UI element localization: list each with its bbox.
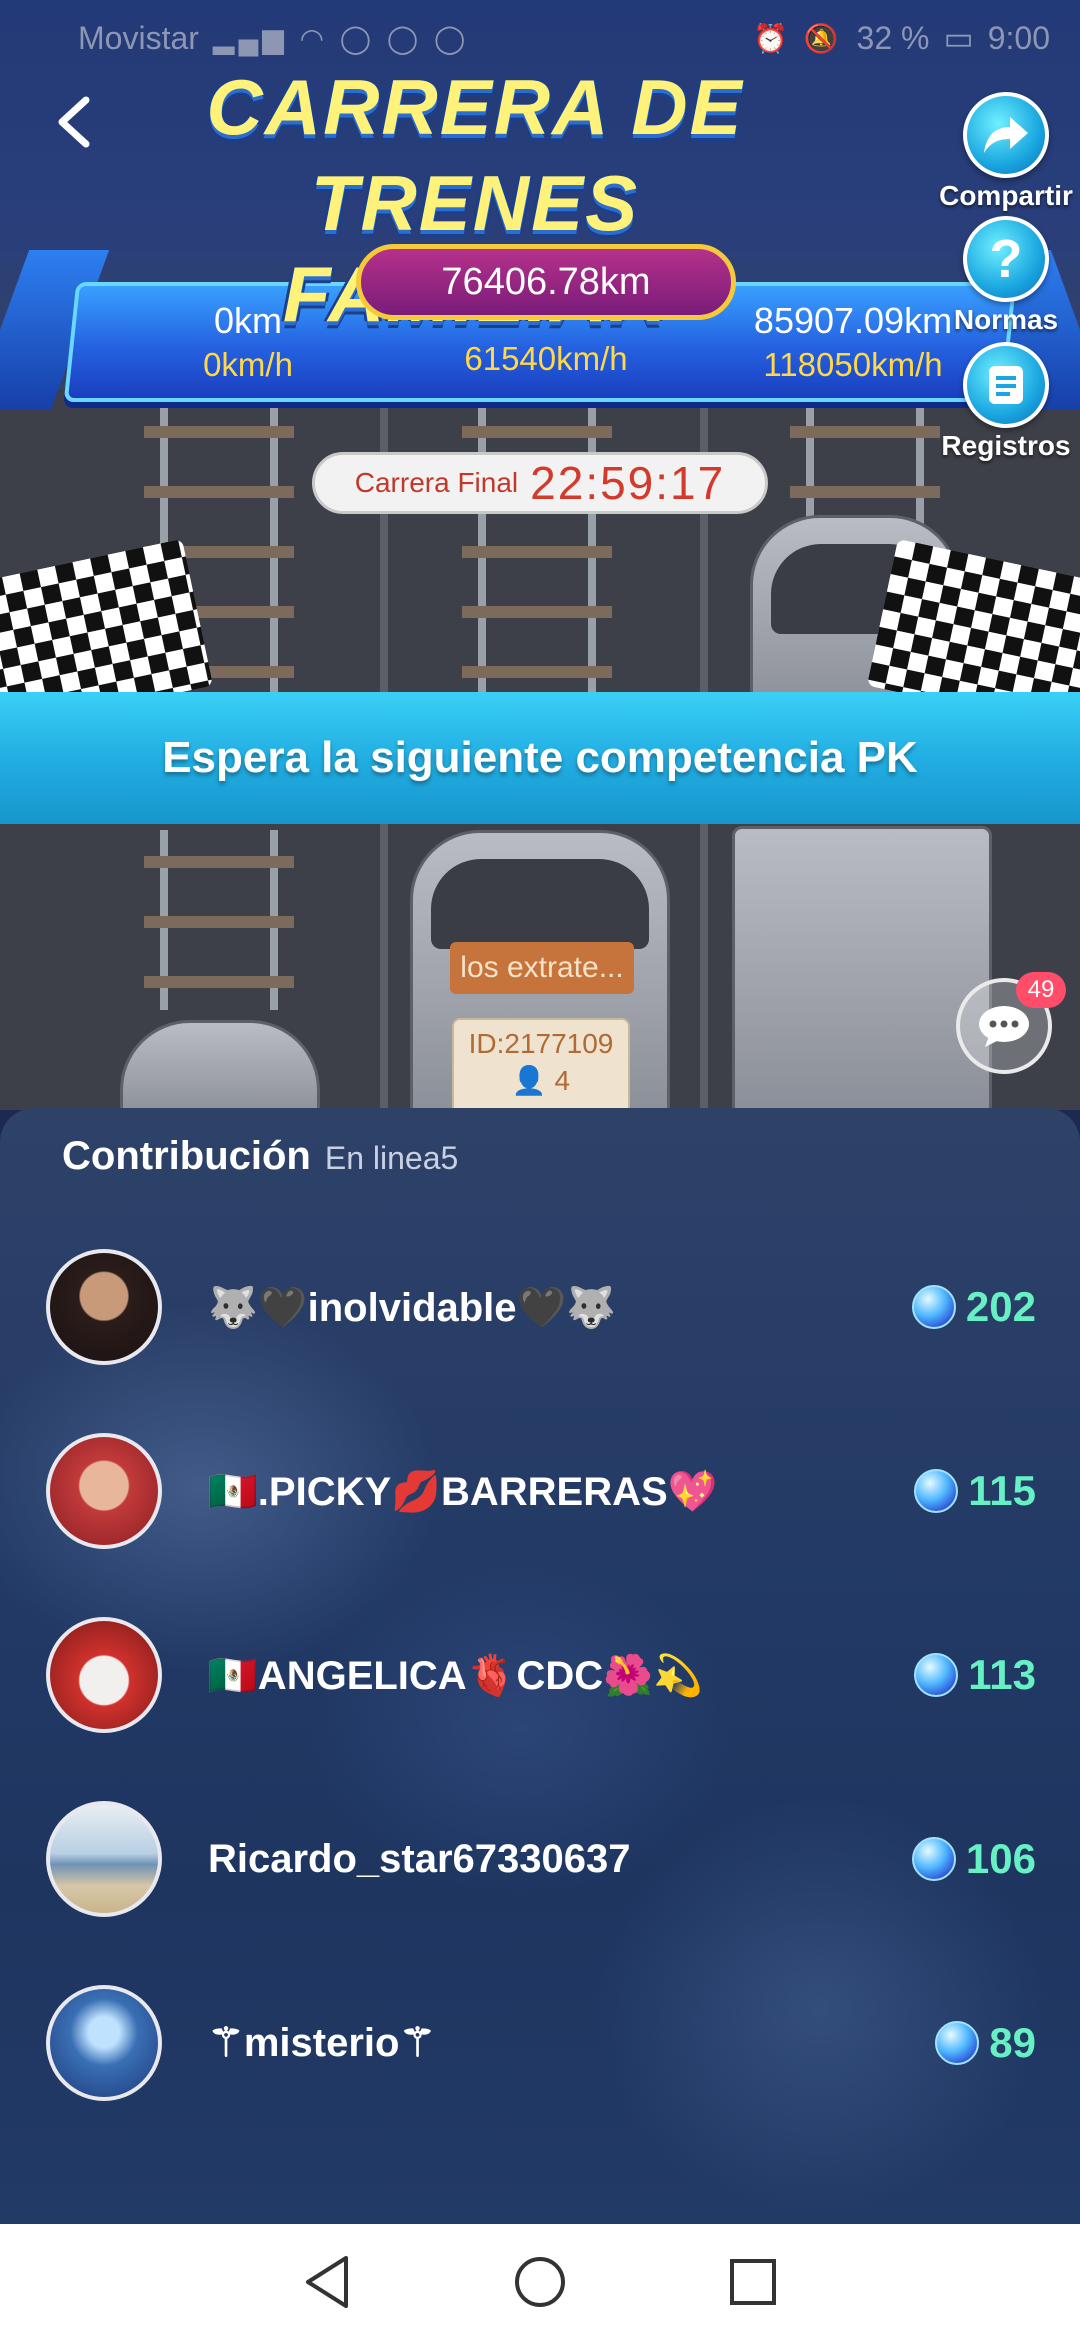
diamond-icon: [935, 2021, 980, 2065]
alarm-mute-icons: ⏰ 🔕: [753, 22, 843, 54]
contributor-row[interactable]: 🇲🇽ANGELICA🫀CDC🌺💫 113: [0, 1600, 1080, 1750]
chat-bubble-icon: [979, 1006, 1029, 1047]
contributor-row[interactable]: ⚚misterio⚚ 89: [0, 1968, 1080, 2118]
nav-home-button[interactable]: [500, 2242, 580, 2322]
share-label: Compartir: [939, 180, 1073, 211]
score-value: 202: [965, 1283, 1036, 1330]
rules-label: Normas: [953, 304, 1059, 335]
score-value: 113: [968, 1651, 1036, 1698]
avatar[interactable]: [46, 1249, 162, 1365]
nav-back-button[interactable]: [287, 2242, 367, 2322]
contributor-row[interactable]: 🇲🇽.PICKY💋BARRERAS💖 115: [0, 1416, 1080, 1566]
contributor-name: 🐺🖤inolvidable🖤🐺: [208, 1285, 617, 1330]
list-icon: [963, 342, 1049, 428]
share-arrow-icon: [963, 92, 1049, 178]
contributor-row[interactable]: 🐺🖤inolvidable🖤🐺 202: [0, 1232, 1080, 1382]
contribution-header: Contribución En linea5: [62, 1134, 458, 1179]
member-count-value: 4: [554, 1065, 571, 1096]
contribution-title: Contribución: [62, 1134, 311, 1178]
contributor-score: 89: [935, 2019, 1036, 2067]
rules-button[interactable]: ? Normas: [936, 216, 1076, 336]
square-recents-icon: [730, 2259, 777, 2305]
wait-next-pk-banner: Espera la siguiente competencia PK: [0, 692, 1080, 824]
question-icon: ?: [963, 216, 1049, 302]
score-value: 106: [965, 1835, 1036, 1882]
diamond-icon: [911, 1285, 956, 1329]
contributor-name: Ricardo_star67330637: [208, 1836, 631, 1881]
left-distance: 0km: [213, 300, 282, 341]
signal-wifi-icons: ▂▄▆ ◠ ◯ ◯ ◯: [212, 22, 470, 54]
left-speed: 0km/h: [203, 346, 293, 383]
avatar[interactable]: [46, 1985, 162, 2101]
rail-lane-1-lower: [144, 830, 294, 1010]
triangle-back-icon: [305, 2256, 348, 2308]
contributor-name: 🇲🇽ANGELICA🫀CDC🌺💫: [208, 1653, 703, 1698]
share-button[interactable]: Compartir: [936, 92, 1076, 212]
score-value: 89: [989, 2019, 1036, 2066]
contributor-score: 106: [911, 1835, 1036, 1883]
rail-lane-2: [462, 400, 612, 700]
records-button[interactable]: Registros: [936, 342, 1076, 462]
online-count: En linea5: [324, 1140, 459, 1176]
clock: 9:00: [987, 19, 1050, 56]
battery-percent: 32 %: [856, 19, 930, 56]
final-race-countdown: Carrera Final 22:59:17: [312, 452, 768, 514]
diamond-icon: [911, 1837, 956, 1881]
diamond-icon: [914, 1653, 959, 1697]
nav-recents-button[interactable]: [713, 2242, 793, 2322]
contributor-row[interactable]: Ricardo_star67330637 106: [0, 1784, 1080, 1934]
contributor-score: 202: [911, 1283, 1036, 1331]
team-label: los extrate...: [450, 942, 634, 994]
avatar[interactable]: [46, 1801, 162, 1917]
score-value: 115: [968, 1467, 1036, 1514]
contributor-name: 🇲🇽.PICKY💋BARRERAS💖: [208, 1469, 718, 1514]
records-label: Registros: [941, 430, 1071, 461]
battery-icon: ▭: [943, 20, 974, 56]
chevron-left-icon: [58, 96, 90, 148]
contributor-score: 115: [914, 1467, 1036, 1515]
final-race-label: Carrera Final: [354, 467, 519, 498]
avatar[interactable]: [46, 1433, 162, 1549]
status-bar: Movistar ▂▄▆ ◠ ◯ ◯ ◯ ⏰ 🔕 32 % ▭ 9:00: [0, 0, 1080, 76]
train-lane-3-car: [732, 826, 992, 1110]
train-car-id: ID:2177109 👤 4: [452, 1018, 630, 1118]
member-count: 👤 4: [454, 1064, 628, 1097]
contributor-score: 113: [914, 1651, 1036, 1699]
countdown-timer: 22:59:17: [530, 457, 726, 509]
chat-unread-badge: 49: [1016, 972, 1066, 1008]
avatar[interactable]: [46, 1617, 162, 1733]
train-lane-1: [120, 1020, 320, 1110]
carrier-name: Movistar: [78, 19, 199, 56]
contributor-name: ⚚misterio⚚: [208, 2021, 436, 2065]
car-id: ID:2177109: [468, 1028, 614, 1059]
system-navigation-bar: [0, 2224, 1080, 2340]
diamond-icon: [914, 1469, 959, 1513]
current-distance: 76406.78km: [356, 244, 736, 320]
contribution-panel: Contribución En linea5 🐺🖤inolvidable🖤🐺 2…: [0, 1108, 1080, 2224]
circle-home-icon: [514, 2257, 565, 2307]
back-button[interactable]: [50, 92, 98, 152]
center-speed: 61540km/h: [464, 340, 628, 377]
person-icon: 👤: [511, 1065, 547, 1096]
